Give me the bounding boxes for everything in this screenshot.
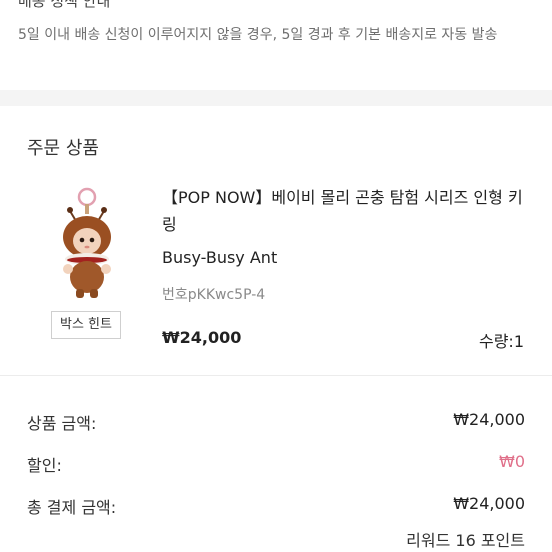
product-code: 번호pKKwc5P-4 <box>162 287 266 303</box>
discount-value: ₩0 <box>499 452 525 471</box>
shipping-notice-text: 5일 이내 배송 신청이 이루어지지 않을 경우, 5일 경과 후 기본 배송지… <box>18 27 498 43</box>
keychain-doll-image <box>52 187 122 302</box>
product-amount-label: 상품 금액: <box>27 414 97 433</box>
total-value: ₩24,000 <box>453 494 525 513</box>
discount-label: 할인: <box>27 456 62 475</box>
product-name[interactable]: 【POP NOW】베이비 몰리 곤충 탐험 시리즈 인형 키링 <box>162 184 530 238</box>
summary-row-total: 총 결제 금액: ₩24,000 <box>27 494 525 518</box>
summary-row-product-amount: 상품 금액: ₩24,000 <box>27 410 525 434</box>
box-hint-button[interactable]: 박스 힌트 <box>51 311 121 339</box>
product-amount-value: ₩24,000 <box>453 410 525 429</box>
total-label: 총 결제 금액: <box>27 498 117 517</box>
order-section-title: 주문 상품 <box>27 138 99 159</box>
section-divider <box>0 90 552 106</box>
product-option: Busy-Busy Ant <box>162 248 278 267</box>
summary-divider <box>0 375 552 376</box>
product-price: ₩24,000 <box>162 328 242 347</box>
product-quantity: 수량:1 <box>478 332 524 351</box>
shipping-notice: 배송 정책 안내 5일 이내 배송 신청이 이루어지지 않을 경우, 5일 경과… <box>0 0 552 90</box>
shipping-notice-title: 배송 정책 안내 <box>18 0 111 10</box>
summary-row-discount: 할인: ₩0 <box>27 452 525 476</box>
reward-points: 리워드 16 포인트 <box>406 531 525 550</box>
